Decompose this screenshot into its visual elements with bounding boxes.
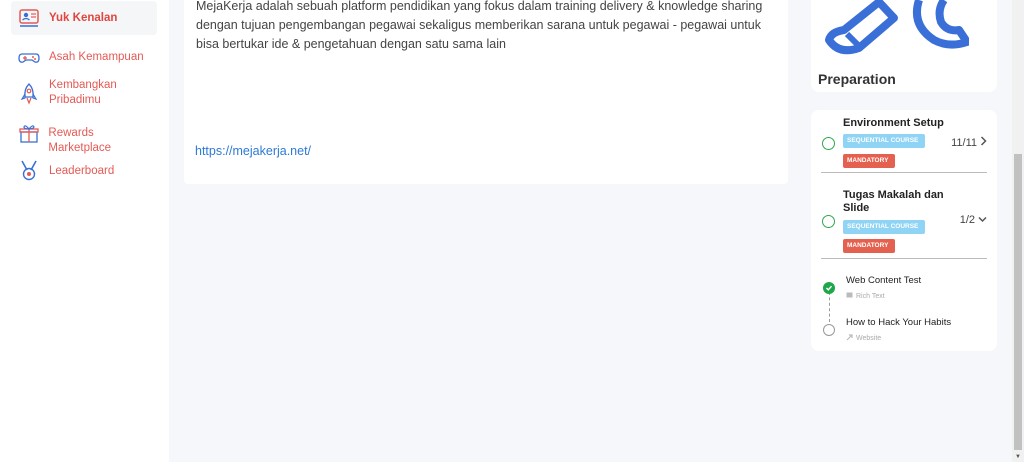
website-link[interactable]: https://mejakerja.net/ bbox=[195, 144, 311, 158]
sidebar-item-label: Asah Kemampuan bbox=[49, 51, 144, 63]
mandatory-badge: MANDATORY bbox=[843, 154, 895, 168]
sidebar-item-label: Yuk Kenalan bbox=[49, 11, 118, 24]
sidebar-item-leaderboard[interactable]: Leaderboard bbox=[11, 159, 157, 183]
preparation-title: Preparation bbox=[818, 71, 896, 87]
course-list-card: Environment Setup SEQUENTIAL COURSE MAND… bbox=[811, 110, 997, 351]
about-description: MejaKerja adalah sebuah platform pendidi… bbox=[196, 0, 763, 51]
timeline-connector bbox=[828, 292, 830, 322]
sub-item-title: How to Hack Your Habits bbox=[846, 317, 952, 328]
sidebar-item-rewards-marketplace[interactable]: Rewards Marketplace bbox=[11, 122, 157, 156]
sidebar: Yuk Kenalan Asah Kemampuan Kembangkan Pr… bbox=[0, 0, 169, 462]
sub-item-type: Rich Text bbox=[846, 292, 885, 300]
sequential-badge: SEQUENTIAL COURSE bbox=[843, 134, 925, 148]
progress-circle-icon bbox=[822, 137, 835, 150]
course-progress-count[interactable]: 1/2 bbox=[960, 214, 987, 226]
divider bbox=[821, 172, 987, 173]
sidebar-item-yuk-kenalan[interactable]: Yuk Kenalan bbox=[11, 1, 157, 35]
progress-circle-icon bbox=[823, 324, 835, 336]
scrollbar-thumb[interactable] bbox=[1014, 154, 1022, 450]
mandatory-badge: MANDATORY bbox=[843, 239, 895, 253]
medal-icon bbox=[17, 159, 41, 183]
sequential-badge: SEQUENTIAL COURSE bbox=[843, 220, 925, 234]
course-progress-count[interactable]: 11/11 bbox=[951, 136, 987, 149]
sidebar-item-label: Kembangkan Pribadimu bbox=[49, 79, 117, 106]
preparation-card: Preparation bbox=[811, 0, 997, 92]
sidebar-item-kembangkan-pribadimu[interactable]: Kembangkan Pribadimu bbox=[11, 78, 157, 108]
check-icon bbox=[823, 282, 835, 294]
gift-icon bbox=[17, 122, 40, 146]
id-card-icon bbox=[17, 6, 41, 30]
about-card: MejaKerja adalah sebuah platform pendidi… bbox=[184, 0, 788, 184]
rocket-icon bbox=[17, 82, 41, 106]
sidebar-item-label: Rewards Marketplace bbox=[48, 127, 112, 154]
link-icon bbox=[846, 334, 853, 343]
sidebar-item-asah-kemampuan[interactable]: Asah Kemampuan bbox=[11, 46, 157, 70]
chevron-right-icon bbox=[980, 136, 987, 149]
course-title: Environment Setup bbox=[843, 117, 944, 129]
pencil-wrench-icon bbox=[825, 0, 969, 55]
gamepad-icon bbox=[17, 46, 41, 70]
chevron-down-icon bbox=[978, 214, 987, 226]
sub-item-title: Web Content Test bbox=[846, 275, 922, 286]
divider bbox=[821, 258, 987, 259]
sidebar-item-label: Leaderboard bbox=[49, 165, 115, 177]
progress-circle-icon bbox=[822, 215, 835, 228]
sub-item-type: Website bbox=[846, 334, 881, 343]
document-icon bbox=[846, 292, 853, 300]
scroll-down-icon[interactable]: ▼ bbox=[1015, 454, 1021, 460]
course-title: Tugas Makalah dan Slide bbox=[843, 189, 944, 214]
scrollbar[interactable]: ▼ bbox=[1012, 0, 1024, 462]
